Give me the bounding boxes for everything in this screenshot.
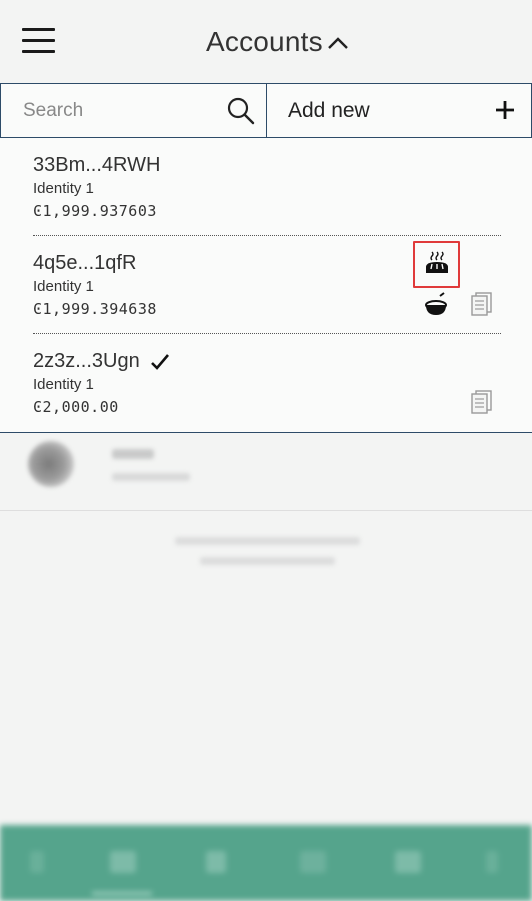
accounts-dropdown-toggle[interactable]: Accounts — [206, 26, 349, 58]
hamburger-menu-icon[interactable] — [22, 28, 56, 54]
account-address: 33Bm...4RWH — [33, 154, 161, 176]
blurred-nav-icon — [110, 851, 136, 873]
blurred-text — [175, 537, 360, 545]
account-list: 33Bm...4RWH Identity 1 Ͼ1,999.937603 4q5… — [0, 138, 532, 512]
account-balance: Ͼ2,000.00 — [33, 398, 119, 416]
blurred-text — [200, 557, 335, 565]
search-icon[interactable] — [226, 96, 256, 126]
account-item-selected[interactable]: 2z3z...3Ugn Identity 1 Ͼ2,000.00 — [33, 334, 501, 432]
account-item[interactable]: 33Bm...4RWH Identity 1 Ͼ1,999.937603 — [33, 138, 501, 236]
blurred-nav-icon — [300, 851, 326, 873]
account-address: 2z3z...3Ugn — [33, 350, 140, 372]
account-identity: Identity 1 — [33, 180, 94, 197]
account-address: 4q5e...1qfR — [33, 252, 137, 274]
account-identity: Identity 1 — [33, 376, 94, 393]
blurred-bottom-navigation — [0, 825, 532, 901]
blurred-nav-icon — [395, 851, 421, 873]
page-title: Accounts — [206, 26, 323, 57]
account-balance: Ͼ1,999.937603 — [33, 202, 157, 220]
chevron-up-icon — [327, 37, 348, 49]
blurred-avatar — [28, 441, 74, 487]
account-balance: Ͼ1,999.394638 — [33, 300, 157, 318]
plus-icon — [496, 101, 514, 119]
blurred-text — [112, 473, 190, 481]
account-toolbar: Add new — [0, 84, 532, 138]
blurred-text — [112, 449, 154, 459]
blurred-nav-icon — [206, 851, 226, 873]
blurred-active-indicator — [92, 892, 152, 895]
add-new-label: Add new — [288, 99, 370, 122]
blurred-background-content — [0, 433, 532, 825]
checkmark-icon — [150, 353, 169, 370]
account-identity: Identity 1 — [33, 278, 94, 295]
blurred-nav-icon — [486, 851, 498, 873]
search-box — [0, 84, 267, 137]
baker-bread-icon[interactable] — [423, 249, 451, 277]
app-header: Accounts — [0, 0, 532, 84]
add-new-account-button[interactable]: Add new — [267, 84, 532, 137]
account-address-row: 2z3z...3Ugn — [33, 350, 170, 373]
blurred-divider — [0, 510, 532, 511]
search-input[interactable] — [1, 84, 211, 137]
blurred-nav-icon — [30, 851, 44, 873]
